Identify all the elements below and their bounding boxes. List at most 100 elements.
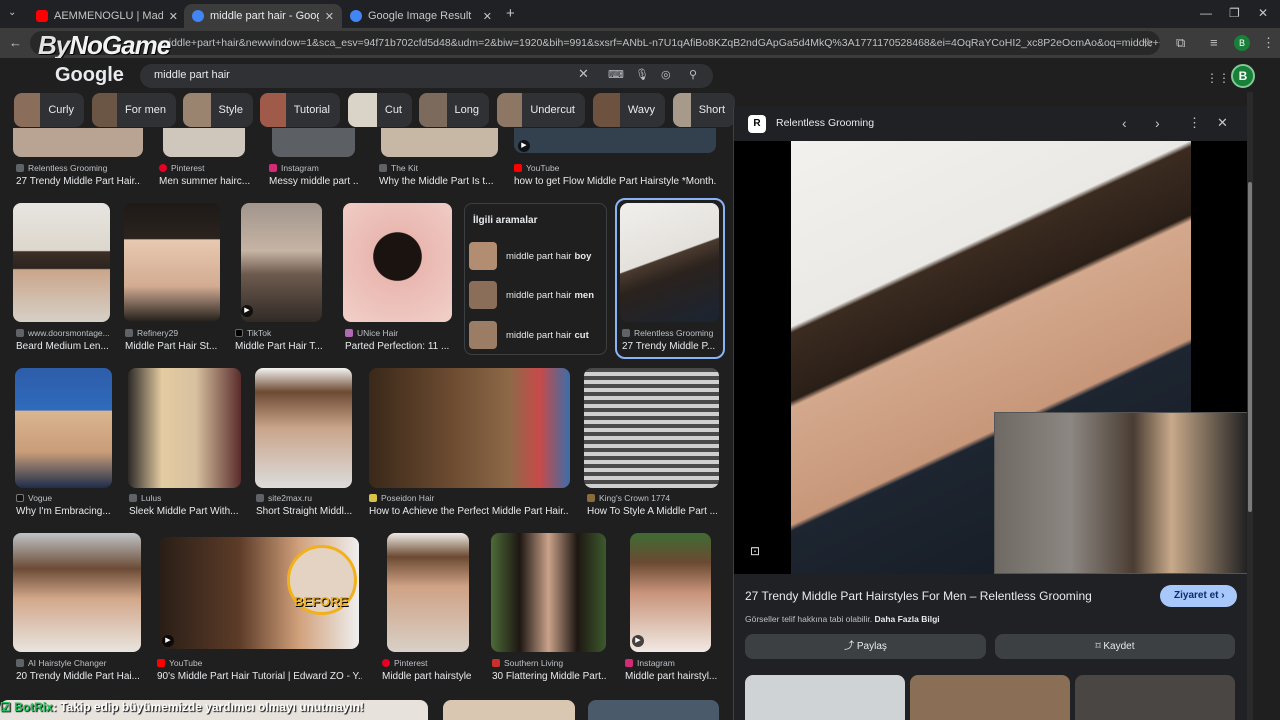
image-source: site2max.ru [256,493,354,503]
chip-thumbnail [673,93,691,127]
extensions-icon[interactable]: ⧉ [1176,35,1185,51]
preview-title[interactable]: 27 Trendy Middle Part Hairstyles For Men… [745,589,1115,603]
image-result[interactable] [13,128,143,157]
image-caption[interactable]: Middle Part Hair St... [125,341,220,352]
google-logo[interactable]: Google [55,64,124,87]
mic-icon[interactable]: 🎙 [635,68,649,81]
image-caption[interactable]: Men summer hairc... [159,176,251,187]
search-icon[interactable]: ⚲ [689,68,697,81]
image-result[interactable] [381,128,498,157]
more-info-link[interactable]: Daha Fazla Bilgi [874,614,939,624]
back-icon[interactable]: ← [9,35,22,50]
restore-icon[interactable]: ❐ [1229,6,1240,20]
image-caption[interactable]: Parted Perfection: 11 ... [345,341,455,352]
chip-curly[interactable]: Curly [14,93,84,127]
close-panel-icon[interactable]: ✕ [1217,115,1228,131]
tab-title: middle part hair - Google'da Ar [210,10,319,22]
image-caption[interactable]: Why I'm Embracing... [16,506,116,517]
image-caption[interactable]: 30 Flattering Middle Part... [492,671,607,682]
visit-button[interactable]: Ziyaret et › [1160,585,1237,607]
previous-icon[interactable]: ‹ [1122,115,1127,131]
new-tab-icon[interactable]: + [506,5,515,22]
chip-tutorial[interactable]: Tutorial [260,93,340,127]
image-result[interactable] [272,128,355,157]
related-search-item[interactable]: middle part hair men [469,277,604,313]
tab-google-search[interactable]: middle part hair - Google'da Ar ✕ [184,4,342,28]
image-caption[interactable]: Why the Middle Part Is t... [379,176,497,187]
minimize-icon[interactable]: — [1200,6,1212,20]
image-caption[interactable]: Beard Medium Len... [16,341,116,352]
bookmark-star-icon[interactable]: ☆ [1142,35,1154,51]
image-result[interactable] [163,128,245,157]
save-button[interactable]: ⌑ Kaydet [995,634,1235,659]
image-result[interactable] [13,533,141,652]
window-close-icon[interactable]: ✕ [1258,6,1268,20]
image-result[interactable] [15,368,112,488]
chip-cut[interactable]: Cut [348,93,412,127]
scrollbar-thumb[interactable] [1248,182,1252,512]
image-result[interactable] [13,203,110,322]
image-result[interactable] [620,203,719,322]
chip-undercut[interactable]: Undercut [497,93,585,127]
image-caption[interactable]: Sleek Middle Part With... [129,506,239,517]
address-bar[interactable]: middle+part+hair&newwindow=1&sca_esv=94f… [30,31,1160,55]
image-caption[interactable]: 27 Trendy Middle Part Hair... [16,176,141,187]
close-icon[interactable]: ✕ [483,10,492,23]
site-icon [16,494,24,502]
lens-search-icon[interactable]: ⊡ [750,544,760,558]
image-result[interactable] [343,203,452,322]
related-search-item[interactable]: middle part hair cut [469,317,604,353]
profile-avatar[interactable]: B [1234,35,1250,51]
image-result[interactable] [630,533,711,652]
google-account-avatar[interactable]: B [1231,64,1255,88]
keyboard-icon[interactable]: ⌨ [608,68,624,81]
more-options-icon[interactable]: ⋮ [1188,115,1201,131]
lens-icon[interactable]: ◎ [661,68,671,81]
related-image[interactable] [1075,675,1235,720]
image-caption[interactable]: How to Achieve the Perfect Middle Part H… [369,506,569,517]
image-result[interactable] [584,368,719,488]
related-image[interactable] [745,675,905,720]
image-result[interactable] [241,203,322,322]
image-result[interactable] [255,368,352,488]
image-result[interactable] [491,533,606,652]
search-input[interactable]: middle part hair [140,64,713,88]
menu-icon[interactable]: ⋮ [1262,35,1275,51]
chip-style[interactable]: Style [183,93,253,127]
panel-site-name[interactable]: Relentless Grooming [776,117,874,129]
tab-youtube[interactable]: AEMMENOGLU | Madara Olduk ✕ [28,4,186,28]
tab-title: AEMMENOGLU | Madara Olduk [54,10,163,22]
tab-search-icon[interactable]: ⌄ [8,7,16,18]
chip-short[interactable]: Short [673,93,735,127]
image-caption[interactable]: Messy middle part ... [269,176,359,187]
image-result[interactable] [124,203,220,322]
image-result[interactable] [514,128,716,153]
related-search-item[interactable]: middle part hair boy [469,238,604,274]
image-result[interactable] [387,533,469,652]
next-icon[interactable]: › [1155,115,1160,131]
image-caption[interactable]: Short Straight Middl... [256,506,354,517]
clear-icon[interactable]: ✕ [578,66,589,82]
media-icon[interactable]: ≡ [1210,35,1218,50]
image-caption[interactable]: 90's Middle Part Hair Tutorial | Edward … [157,671,362,682]
image-caption[interactable]: Middle part hairstyle [382,671,477,682]
close-icon[interactable]: ✕ [169,10,178,23]
image-caption[interactable]: Middle Part Hair T... [235,341,325,352]
chip-long[interactable]: Long [419,93,489,127]
image-caption[interactable]: Middle part hairstyl... [625,671,717,682]
tab-image-result[interactable]: Google Image Result ✕ [342,4,500,28]
image-caption[interactable]: 27 Trendy Middle P... [622,341,718,352]
image-result[interactable] [588,700,719,720]
related-image[interactable] [910,675,1070,720]
close-icon[interactable]: ✕ [325,10,334,23]
image-caption[interactable]: how to get Flow Middle Part Hairstyle *M… [514,176,716,187]
chip-wavy[interactable]: Wavy [593,93,665,127]
scrollbar[interactable] [1247,92,1253,720]
image-caption[interactable]: 20 Trendy Middle Part Hai... [16,671,141,682]
image-caption[interactable]: How To Style A Middle Part ... [587,506,717,517]
share-button[interactable]: ⤴ Paylaş [745,634,986,659]
image-result[interactable] [128,368,241,488]
image-result[interactable] [443,700,575,720]
image-result[interactable] [369,368,570,488]
chip-for-men[interactable]: For men [92,93,176,127]
